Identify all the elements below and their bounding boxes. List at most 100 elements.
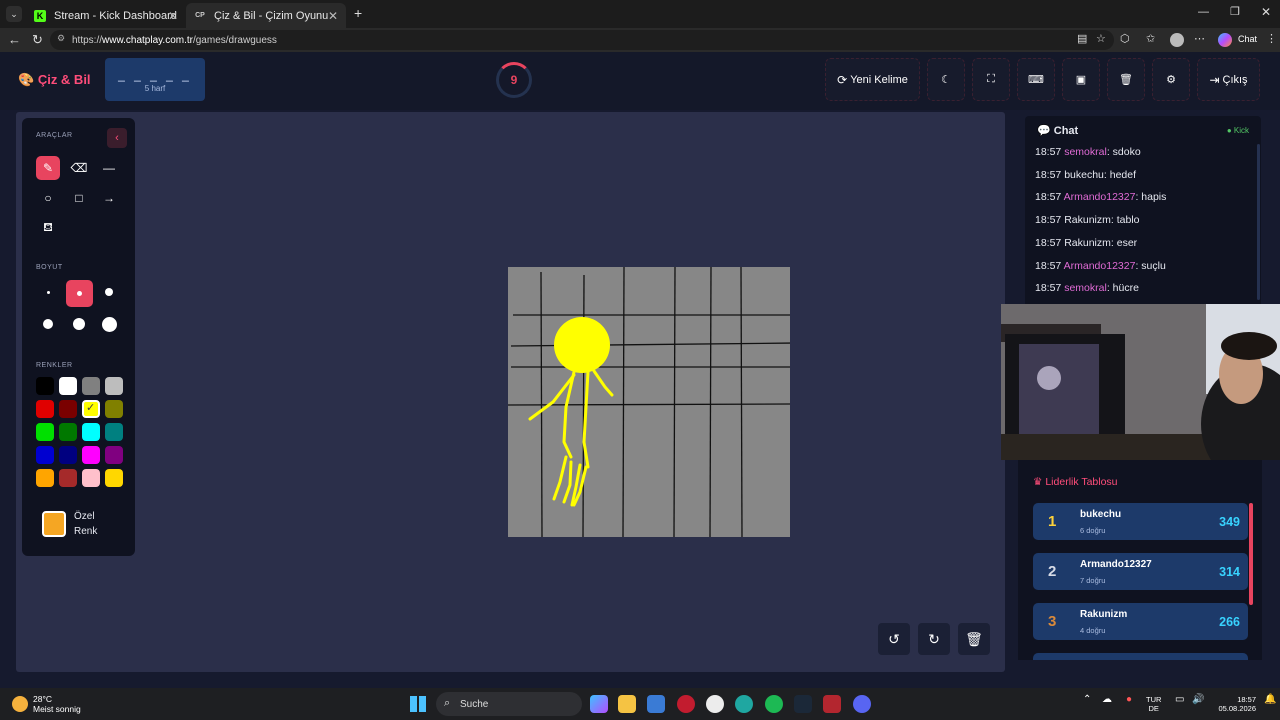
- color-swatch[interactable]: [59, 400, 77, 418]
- new-word-button[interactable]: ⟳ Yeni Kelime: [825, 58, 920, 101]
- tray-chevron-icon[interactable]: ⌃: [1083, 695, 1091, 705]
- message-user[interactable]: bukechu: [1064, 169, 1104, 181]
- color-swatch[interactable]: [59, 423, 77, 441]
- line-tool[interactable]: —: [97, 156, 121, 180]
- fill-tool[interactable]: ⛾: [36, 216, 60, 240]
- color-swatch[interactable]: [59, 446, 77, 464]
- maximize-icon[interactable]: ❐: [1230, 5, 1240, 18]
- color-swatch[interactable]: [36, 377, 54, 395]
- collapse-panel-button[interactable]: ‹: [107, 128, 127, 148]
- back-arrow-icon[interactable]: ←: [8, 32, 21, 47]
- weather-widget[interactable]: 28°C Meist sonnig: [33, 694, 81, 714]
- site-info-icon[interactable]: ⚙: [57, 33, 65, 44]
- arrow-tool[interactable]: →: [97, 186, 121, 210]
- color-swatch[interactable]: [105, 400, 123, 418]
- color-swatch[interactable]: [105, 446, 123, 464]
- notifications-icon[interactable]: 🔔: [1264, 695, 1276, 705]
- keyboard-button[interactable]: ⌨: [1017, 58, 1055, 101]
- color-swatch[interactable]: [59, 469, 77, 487]
- app-logo[interactable]: 🎨 Çiz & Bil: [18, 72, 91, 88]
- chatgpt-icon[interactable]: [706, 695, 724, 713]
- color-swatch[interactable]: [105, 469, 123, 487]
- opera-icon[interactable]: [677, 695, 695, 713]
- keyboard-language[interactable]: TUR DE: [1146, 695, 1161, 713]
- rectangle-tool[interactable]: □: [67, 186, 91, 210]
- dark-mode-button[interactable]: ☾: [927, 58, 965, 101]
- reload-icon[interactable]: ↻: [32, 32, 43, 48]
- tab-kick-dashboard[interactable]: K Stream - Kick Dashboard ✕: [26, 3, 186, 28]
- windows-start-icon[interactable]: [410, 696, 426, 712]
- volume-icon[interactable]: 🔊: [1192, 695, 1204, 705]
- color-swatch[interactable]: [36, 423, 54, 441]
- chat-scrollbar[interactable]: [1257, 144, 1260, 300]
- color-swatch[interactable]: [105, 423, 123, 441]
- message-user[interactable]: semokral: [1064, 282, 1107, 294]
- favorite-star-icon[interactable]: ☆: [1096, 32, 1106, 45]
- window-close-icon[interactable]: ✕: [1261, 5, 1271, 19]
- brush-tool[interactable]: ✎: [36, 156, 60, 180]
- clear-button[interactable]: 🗑: [1107, 58, 1145, 101]
- discord-icon[interactable]: [853, 695, 871, 713]
- message-user[interactable]: semokral: [1064, 146, 1107, 158]
- color-swatch[interactable]: [36, 400, 54, 418]
- microphone-icon[interactable]: ●: [1126, 695, 1132, 705]
- store-icon[interactable]: [647, 695, 665, 713]
- fullscreen-button[interactable]: ⛶: [972, 58, 1010, 101]
- network-icon[interactable]: ▭: [1175, 695, 1184, 705]
- edge-icon[interactable]: [735, 695, 753, 713]
- reader-mode-icon[interactable]: ▤: [1077, 32, 1087, 45]
- more-options-icon[interactable]: ⋯: [1194, 32, 1205, 45]
- size-option-6[interactable]: [97, 312, 121, 336]
- avatar[interactable]: [1170, 33, 1184, 47]
- color-swatch[interactable]: [82, 377, 100, 395]
- size-option-5[interactable]: [67, 312, 91, 336]
- size-option-4[interactable]: [36, 312, 60, 336]
- cloud-icon[interactable]: ☁: [1102, 695, 1112, 705]
- color-swatch[interactable]: [82, 469, 100, 487]
- custom-color-swatch[interactable]: [42, 511, 66, 537]
- taskbar-search[interactable]: ⌕ Suche: [436, 692, 582, 716]
- message-user[interactable]: Rakunizm: [1064, 237, 1111, 249]
- size-option-1[interactable]: [36, 280, 60, 304]
- clear-canvas-button[interactable]: 🗑: [958, 623, 990, 655]
- tab-list-chevron-icon[interactable]: ⌄: [6, 6, 22, 22]
- game-app-icon[interactable]: [823, 695, 841, 713]
- circle-tool[interactable]: ○: [36, 186, 60, 210]
- color-swatch[interactable]: [59, 377, 77, 395]
- color-swatch[interactable]: ✓: [82, 400, 100, 418]
- settings-button[interactable]: ⚙: [1152, 58, 1190, 101]
- file-explorer-icon[interactable]: [618, 695, 636, 713]
- color-swatch[interactable]: [82, 446, 100, 464]
- close-icon[interactable]: ✕: [328, 9, 338, 23]
- size-option-2[interactable]: [66, 280, 93, 307]
- eraser-tool[interactable]: ⌫: [67, 156, 91, 180]
- color-swatch[interactable]: [105, 377, 123, 395]
- steam-icon[interactable]: [794, 695, 812, 713]
- message-user[interactable]: Armando12327: [1064, 260, 1136, 272]
- copilot-icon[interactable]: [1218, 33, 1232, 47]
- leaderboard-scrollbar[interactable]: [1249, 503, 1253, 605]
- color-swatch[interactable]: [82, 423, 100, 441]
- message-user[interactable]: Armando12327: [1064, 191, 1136, 203]
- sidebar-more-icon[interactable]: ⋮: [1266, 32, 1277, 45]
- redo-button[interactable]: ↻: [918, 623, 950, 655]
- exit-button[interactable]: ⇥ Çıkış: [1197, 58, 1260, 101]
- color-swatch[interactable]: [36, 469, 54, 487]
- copilot-label[interactable]: Chat: [1238, 34, 1257, 44]
- extensions-icon[interactable]: ⬡: [1120, 32, 1130, 45]
- clock[interactable]: 18:57 05.08.2026: [1210, 695, 1256, 713]
- color-swatch[interactable]: [36, 446, 54, 464]
- minimize-icon[interactable]: —: [1198, 6, 1209, 18]
- copilot-app-icon[interactable]: [590, 695, 608, 713]
- archive-button[interactable]: ▣: [1062, 58, 1100, 101]
- message-user[interactable]: Rakunizm: [1064, 214, 1111, 226]
- custom-color-label[interactable]: Özel Renk: [74, 509, 97, 539]
- new-tab-plus-icon[interactable]: +: [354, 5, 362, 21]
- favorites-bar-icon[interactable]: ✩: [1146, 32, 1155, 45]
- spotify-icon[interactable]: [765, 695, 783, 713]
- drawing-canvas[interactable]: [508, 267, 790, 537]
- url-field[interactable]: ⚙ https://www.chatplay.com.tr/games/draw…: [50, 30, 1114, 50]
- undo-button[interactable]: ↺: [878, 623, 910, 655]
- tab-ciz-bil[interactable]: CP Çiz & Bil - Çizim Oyunu ✕: [186, 3, 346, 28]
- size-option-3[interactable]: [97, 280, 121, 304]
